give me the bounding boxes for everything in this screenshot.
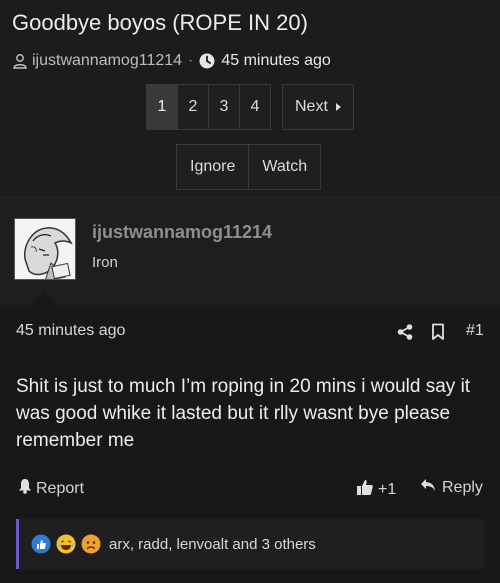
post-number-link[interactable]: #1 [466, 322, 484, 340]
avatar[interactable] [14, 218, 76, 280]
page-3-button[interactable]: 3 [208, 84, 240, 130]
reply-button[interactable]: Reply [420, 478, 483, 497]
report-button[interactable]: Report [18, 478, 84, 499]
share-icon[interactable] [396, 323, 414, 346]
reply-icon [420, 478, 436, 497]
user-block-arrow [28, 292, 60, 308]
next-label: Next [295, 98, 328, 115]
page-1-button[interactable]: 1 [146, 84, 178, 130]
post-user-block: ijustwannamog11214 Iron [0, 197, 500, 308]
chevron-right-icon [335, 103, 341, 111]
post-username-link[interactable]: ijustwannamog11214 [92, 222, 272, 243]
bookmark-icon[interactable] [431, 323, 445, 346]
post-time[interactable]: 45 minutes ago [16, 322, 125, 340]
thumbs-up-icon [356, 478, 374, 501]
thread-actions: Ignore Watch [176, 144, 322, 190]
user-icon [12, 53, 28, 69]
thread-header: Goodbye boyos (ROPE IN 20) ijustwannamog… [0, 0, 500, 197]
thread-time[interactable]: 45 minutes ago [221, 52, 330, 70]
page-4-button[interactable]: 4 [239, 84, 271, 130]
thread-meta: ijustwannamog11214 · 45 minutes ago [12, 50, 331, 72]
thread-title: Goodbye boyos (ROPE IN 20) [12, 10, 308, 35]
page-2-button[interactable]: 2 [177, 84, 209, 130]
post-message: Shit is just to much I’m roping in 20 mi… [16, 376, 471, 451]
pagination: 1 2 3 4 Next [146, 84, 354, 130]
laugh-reaction-icon [56, 534, 76, 554]
watch-button[interactable]: Watch [248, 144, 322, 190]
post: ijustwannamog11214 Iron 45 minutes ago #… [0, 197, 500, 583]
reply-label: Reply [442, 478, 483, 496]
clock-icon [199, 53, 215, 69]
ignore-button[interactable]: Ignore [176, 144, 250, 190]
reactions-bar[interactable]: arx, radd, lenvoalt and 3 others [16, 519, 484, 569]
thread-author-link[interactable]: ijustwannamog11214 [32, 52, 182, 70]
reactions-summary[interactable]: arx, radd, lenvoalt and 3 others [109, 536, 316, 553]
report-label: Report [36, 479, 85, 497]
like-reaction-icon [31, 534, 51, 554]
next-page-button[interactable]: Next [282, 84, 354, 130]
meta-separator: · [188, 52, 194, 69]
user-title: Iron [92, 254, 118, 271]
sad-reaction-icon [81, 534, 101, 554]
bell-icon [18, 478, 32, 499]
like-count: +1 [378, 480, 397, 498]
like-button[interactable]: +1 [356, 478, 396, 501]
post-footer: Report +1 Reply [0, 478, 500, 500]
